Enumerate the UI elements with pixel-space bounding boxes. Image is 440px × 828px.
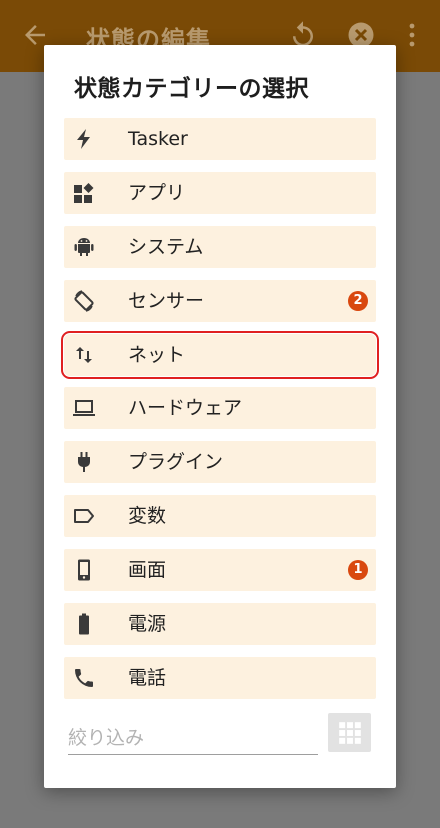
grid-view-button[interactable]: [328, 713, 371, 752]
count-badge: 2: [348, 290, 368, 311]
count-badge: 1: [348, 560, 368, 581]
widgets-icon: [72, 181, 96, 205]
category-label: ハードウェア: [128, 397, 243, 420]
category-item-variable[interactable]: 変数: [64, 495, 376, 538]
swap-vertical-icon: [72, 343, 96, 367]
battery-icon: [72, 612, 96, 636]
more-vert-icon[interactable]: [402, 20, 422, 50]
category-label: 画面: [128, 559, 167, 582]
category-item-system[interactable]: システム: [64, 225, 376, 268]
dialog-title: 状態カテゴリーの選択: [74, 76, 309, 102]
category-item-app[interactable]: アプリ: [64, 171, 376, 214]
laptop-icon: [72, 396, 96, 420]
category-label: アプリ: [128, 181, 186, 204]
category-label: システム: [128, 235, 204, 258]
label-icon: [72, 504, 96, 528]
grid-icon: [338, 721, 361, 744]
screen-rotation-icon: [72, 289, 96, 313]
android-icon: [72, 235, 96, 259]
category-item-plugin[interactable]: プラグイン: [64, 441, 376, 484]
bolt-icon: [72, 127, 96, 151]
plug-icon: [72, 450, 96, 474]
category-item-hardware[interactable]: ハードウェア: [64, 387, 376, 430]
filter-input[interactable]: [68, 721, 318, 755]
category-item-tasker[interactable]: Tasker: [64, 118, 376, 160]
category-item-sensor[interactable]: センサー 2: [64, 279, 376, 322]
category-label: ネット: [128, 343, 186, 366]
phone-device-icon: [72, 558, 96, 582]
category-item-net[interactable]: ネット: [61, 330, 379, 379]
category-label: センサー: [128, 289, 205, 312]
category-label: 電源: [128, 613, 167, 636]
category-select-dialog: 状態カテゴリーの選択 Tasker アプリ システム センサー 2 ネット ハー…: [44, 45, 396, 788]
phone-call-icon: [72, 666, 96, 690]
category-label: Tasker: [128, 128, 188, 150]
category-label: 変数: [128, 505, 167, 528]
category-item-display[interactable]: 画面 1: [64, 549, 376, 592]
category-item-power[interactable]: 電源: [64, 603, 376, 646]
category-list: Tasker アプリ システム センサー 2 ネット ハードウェア プラグイン …: [61, 118, 379, 711]
category-label: 電話: [128, 666, 167, 689]
category-label: プラグイン: [128, 451, 224, 474]
category-item-phone[interactable]: 電話: [64, 656, 376, 699]
